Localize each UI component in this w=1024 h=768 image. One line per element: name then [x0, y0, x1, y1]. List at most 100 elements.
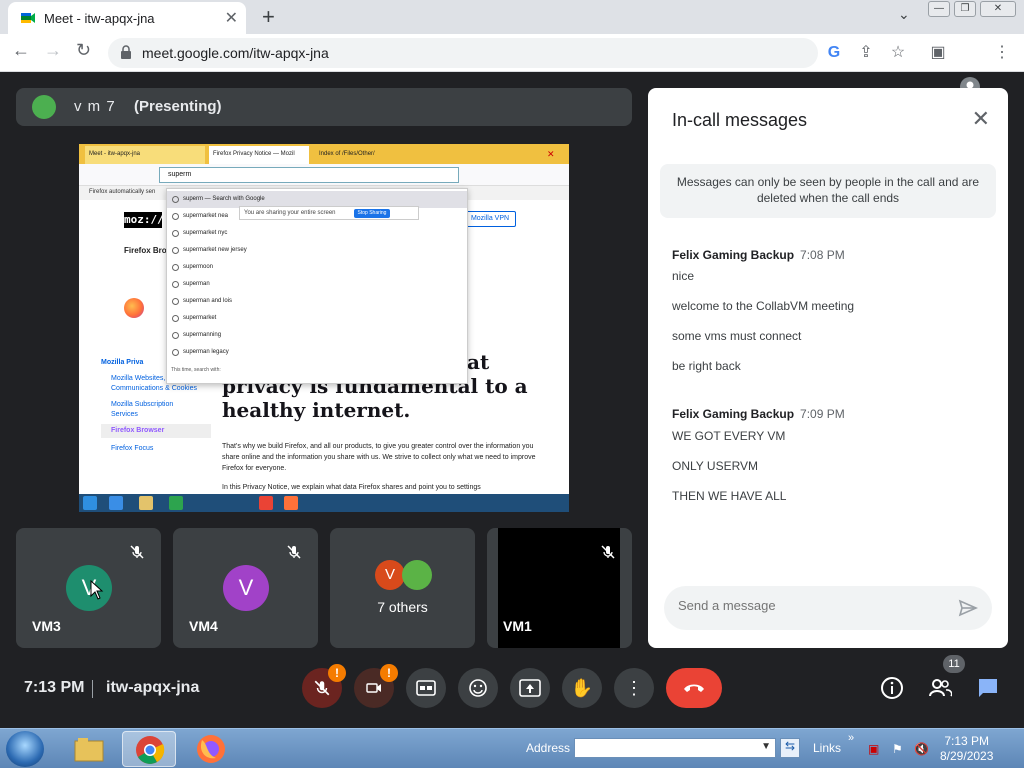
shared-screen: Meet - itw-apqx-jna Firefox Privacy Noti…	[79, 144, 569, 512]
headline-line: at	[467, 350, 490, 374]
taskbar-firefox[interactable]	[184, 731, 238, 767]
browser-toolbar: ← → ↻ meet.google.com/itw-apqx-jna G ⇪ ☆…	[0, 34, 1024, 97]
reload-icon[interactable]: ↻	[76, 40, 91, 61]
tab-close-icon[interactable]: ✕	[225, 8, 238, 28]
shared-start-icon	[83, 496, 97, 510]
tab-title: Meet - itw-apqx-jna	[44, 11, 155, 26]
share-icon[interactable]: ⇪	[856, 43, 876, 63]
chat-message: THEN WE HAVE ALL	[672, 489, 787, 503]
tile-label: VM4	[189, 618, 218, 634]
suggestion-item: supermarket nyc	[167, 225, 467, 242]
meet-favicon-icon	[21, 13, 35, 23]
participant-tile-vm3[interactable]: V VM3	[16, 528, 161, 648]
firefox-icon	[197, 735, 225, 763]
shared-close-icon: ✕	[547, 149, 555, 159]
suggestion-item: superman legacy	[167, 344, 467, 361]
shared-nav-item: Firefox Browser	[101, 424, 211, 438]
dropdown-arrow-icon[interactable]: ▼	[761, 741, 771, 752]
taskbar-explorer[interactable]	[62, 731, 116, 767]
shared-nav-item: Mozilla Subscription Services	[111, 401, 174, 418]
avatar: V	[66, 565, 112, 611]
address-bar[interactable]: meet.google.com/itw-apqx-jna	[108, 38, 818, 68]
present-screen-button[interactable]	[510, 668, 550, 708]
paragraph-text: That's why we build Firefox, and all our…	[222, 443, 536, 472]
browser-menu-icon[interactable]: ⋮	[992, 43, 1012, 63]
paragraph-text: In this Privacy Notice, we explain what …	[222, 484, 481, 491]
more-options-button[interactable]: ⋮	[614, 668, 654, 708]
mic-muted-icon	[601, 545, 615, 559]
captions-button[interactable]	[406, 668, 446, 708]
firefox-logo-icon	[124, 298, 144, 318]
chat-message: some vms must connect	[672, 329, 802, 343]
chat-message: nice	[672, 269, 695, 283]
participant-tile-others[interactable]: V 7 others	[330, 528, 475, 648]
google-icon[interactable]: G	[824, 43, 844, 63]
minimize-button[interactable]: —	[928, 1, 950, 17]
suggestion-item: superman	[167, 276, 467, 293]
tile-label: 7 others	[377, 599, 428, 615]
back-icon[interactable]: ←	[12, 40, 30, 61]
bookmark-star-icon[interactable]: ☆	[888, 43, 908, 63]
message-input[interactable]	[678, 598, 938, 613]
meeting-info-icon[interactable]	[880, 676, 904, 700]
restore-button[interactable]: ❐	[954, 1, 976, 17]
taskbar-chrome[interactable]	[122, 731, 176, 767]
start-button[interactable]	[6, 731, 44, 767]
stop-sharing-button: Stop Sharing	[354, 209, 390, 218]
leave-call-button[interactable]	[666, 668, 722, 708]
address-toolbar-input[interactable]: ▼	[574, 738, 776, 758]
participant-tile-vm1[interactable]: VM1	[487, 528, 632, 648]
system-clock[interactable]: 7:13 PM 8/29/2023	[940, 734, 993, 764]
forward-icon[interactable]: →	[44, 40, 62, 61]
chat-panel: In-call messages ✕ Messages can only be …	[648, 88, 1008, 648]
participant-tile-vm4[interactable]: V VM4	[173, 528, 318, 648]
volume-muted-icon[interactable]: 🔇	[914, 742, 929, 756]
message-sender: Felix Gaming Backup 7:09 PM	[672, 407, 845, 421]
folder-icon	[74, 738, 104, 762]
url-text: meet.google.com/itw-apqx-jna	[142, 45, 329, 61]
toolbar-chevron-icon[interactable]: »	[848, 732, 854, 744]
shared-folder-icon	[139, 496, 153, 510]
camera-warning-badge: !	[380, 664, 398, 682]
shared-paragraph: That's why we build Firefox, and all our…	[222, 441, 542, 493]
tab-search-chevron-icon[interactable]: ⌄	[898, 6, 910, 23]
headline-line: healthy internet.	[222, 398, 411, 422]
search-footer: This time, search with:	[171, 367, 221, 373]
raise-hand-button[interactable]: ✋	[562, 668, 602, 708]
network-error-icon[interactable]: ▣	[868, 742, 879, 756]
close-window-button[interactable]: ✕	[980, 1, 1016, 17]
shared-app-icon	[169, 496, 183, 510]
go-arrow-icon[interactable]: ⇆	[780, 738, 800, 758]
close-chat-icon[interactable]: ✕	[972, 106, 990, 132]
people-icon[interactable]	[928, 676, 952, 700]
screen-share-notice: You are sharing your entire screen Stop …	[239, 206, 419, 220]
camera-off-icon	[366, 683, 381, 693]
send-icon[interactable]	[958, 598, 978, 618]
shared-tab: Firefox Privacy Notice — Mozil	[209, 146, 309, 164]
side-panel-icon[interactable]: ▣	[928, 43, 948, 63]
reactions-button[interactable]	[458, 668, 498, 708]
chat-message: ONLY USERVM	[672, 459, 759, 473]
message-input-box	[664, 586, 992, 630]
hand-icon: ✋	[570, 678, 594, 698]
tray-flag-icon[interactable]: ⚑	[892, 742, 903, 756]
shared-search-field: superm	[159, 167, 459, 183]
chat-notice: Messages can only be seen by people in t…	[660, 164, 996, 218]
sender-name: Felix Gaming Backup	[672, 248, 795, 262]
avatar	[402, 560, 432, 590]
chat-message: WE GOT EVERY VM	[672, 429, 786, 443]
clock-time: 7:13 PM	[944, 734, 990, 748]
chat-title: In-call messages	[672, 110, 808, 130]
mic-muted-icon	[130, 545, 144, 559]
shared-firefox-toolbar: superm	[79, 164, 569, 186]
browser-tab[interactable]: Meet - itw-apqx-jna ✕	[8, 2, 246, 34]
new-tab-icon[interactable]: +	[262, 4, 275, 30]
shared-tab: Index of /Files/Other/	[319, 151, 375, 157]
suggestion-item: supermanning	[167, 327, 467, 344]
suggestion-item: supermoon	[167, 259, 467, 276]
chat-icon[interactable]	[976, 676, 1000, 700]
mic-toggle-button[interactable]: !	[302, 664, 346, 708]
shared-firefox-tabs: Meet - itw-apqx-jna Firefox Privacy Noti…	[79, 144, 569, 164]
camera-toggle-button[interactable]: !	[354, 664, 398, 708]
presenter-name: v m 7	[74, 98, 116, 115]
